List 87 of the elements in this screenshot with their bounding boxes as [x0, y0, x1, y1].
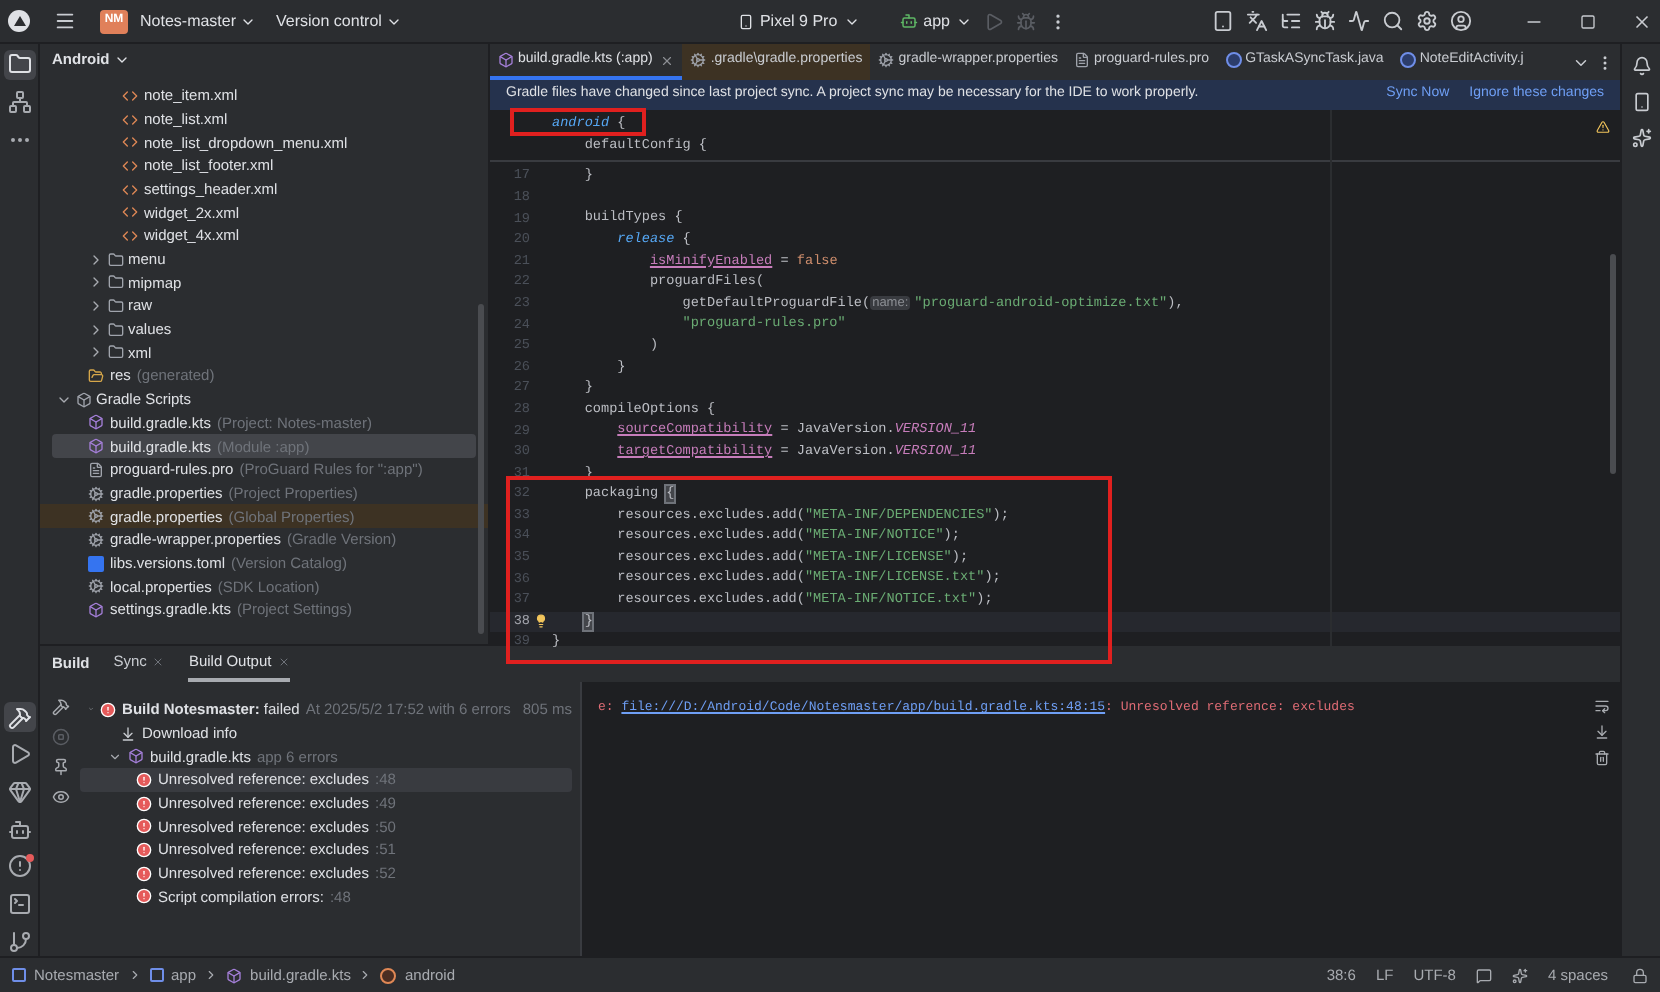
error-icon: [136, 865, 152, 882]
xml-file-icon: [122, 227, 138, 244]
chevron-down-icon: [113, 52, 130, 68]
sparkle-icon[interactable]: [1631, 128, 1651, 148]
lock-icon[interactable]: [1632, 967, 1648, 983]
menu-icon[interactable]: [54, 10, 76, 32]
folder-icon: [88, 368, 104, 385]
translate-icon[interactable]: [1246, 10, 1268, 32]
pin-icon[interactable]: [51, 758, 69, 776]
gear-icon: [88, 485, 104, 502]
chevron-icon: [127, 968, 142, 982]
wrap-icon[interactable]: [1594, 698, 1610, 714]
list-icon[interactable]: [1280, 10, 1302, 32]
run-config-dropdown[interactable]: app: [899, 9, 972, 33]
xml-file-icon: [122, 204, 138, 221]
xml-file-icon: [122, 87, 138, 104]
scrollbar[interactable]: [1610, 254, 1616, 474]
eye-icon[interactable]: [51, 788, 69, 806]
gear-icon: [878, 52, 895, 68]
class-icon: [380, 967, 397, 983]
text-file-icon: [88, 461, 104, 478]
structure-icon[interactable]: [3, 87, 35, 117]
folder-icon: [108, 321, 124, 338]
gradle-file-icon: [88, 438, 104, 455]
gear-icon: [690, 52, 707, 68]
gradle-file-icon: [88, 414, 104, 431]
folder-icon: [108, 344, 124, 361]
gradle-file-icon: [498, 52, 514, 68]
pulse-icon[interactable]: [1348, 10, 1370, 32]
scroll-end-icon[interactable]: [1594, 724, 1610, 740]
robot-icon: [899, 12, 918, 30]
chevron-icon: [204, 968, 219, 982]
sparkle-icon[interactable]: [1511, 967, 1528, 983]
gradle-file-icon: [226, 967, 243, 983]
version-control-dropdown[interactable]: Version control: [276, 9, 402, 33]
hammer-icon[interactable]: [3, 702, 35, 732]
tablet-icon[interactable]: [1212, 10, 1234, 32]
java-class-icon: [1225, 52, 1242, 68]
comment-icon[interactable]: [1475, 967, 1492, 983]
scrollbar[interactable]: [478, 304, 484, 634]
gear-icon: [88, 578, 104, 595]
gradle-file-icon: [88, 601, 104, 618]
toml-file-icon: [88, 555, 104, 572]
alert-icon[interactable]: [3, 851, 35, 882]
gradle-file-icon: [128, 748, 144, 765]
project-dropdown[interactable]: Notes-master: [140, 9, 257, 33]
error-icon: [136, 795, 152, 812]
search-icon[interactable]: [1382, 10, 1404, 32]
text-file-icon: [1073, 52, 1090, 68]
maximize-icon[interactable]: [1580, 13, 1596, 29]
error-icon: [136, 771, 152, 788]
folder-icon[interactable]: [3, 50, 35, 80]
module-icon: [149, 968, 164, 982]
module-icon: [12, 968, 26, 982]
chevron-icon: [358, 968, 373, 982]
phone-icon[interactable]: [1631, 92, 1651, 112]
notification-icon[interactable]: [1631, 56, 1651, 76]
xml-file-icon: [122, 111, 138, 128]
error-icon: [136, 888, 152, 905]
app-logo-icon: [8, 10, 30, 32]
device-dropdown[interactable]: Pixel 9 Pro: [737, 9, 860, 33]
lightbulb-icon[interactable]: [534, 614, 548, 629]
gradle-icon: [76, 391, 92, 408]
error-icon: [100, 701, 117, 718]
folder-icon: [108, 298, 124, 315]
trash-icon[interactable]: [1594, 750, 1610, 766]
error-icon: [136, 841, 152, 858]
folder-icon: [108, 274, 124, 291]
account-icon[interactable]: [1450, 10, 1472, 32]
xml-file-icon: [122, 181, 138, 198]
highlight-frame: [510, 108, 646, 136]
gem-icon[interactable]: [3, 777, 35, 807]
xml-file-icon: [122, 157, 138, 174]
bug-icon[interactable]: [1314, 10, 1336, 32]
download-icon: [120, 725, 136, 742]
hammer-icon[interactable]: [51, 698, 69, 716]
error-icon: [136, 818, 152, 835]
warning-icon[interactable]: [1596, 120, 1610, 134]
close-icon[interactable]: [1632, 11, 1652, 31]
xml-file-icon: [122, 134, 138, 151]
close-icon[interactable]: [660, 53, 675, 67]
java-class-icon: [1399, 52, 1416, 68]
gear-icon: [88, 531, 104, 548]
phone-icon: [737, 13, 754, 29]
folder-icon: [108, 251, 124, 268]
gear-icon: [88, 508, 104, 525]
settings-icon[interactable]: [1416, 10, 1438, 32]
